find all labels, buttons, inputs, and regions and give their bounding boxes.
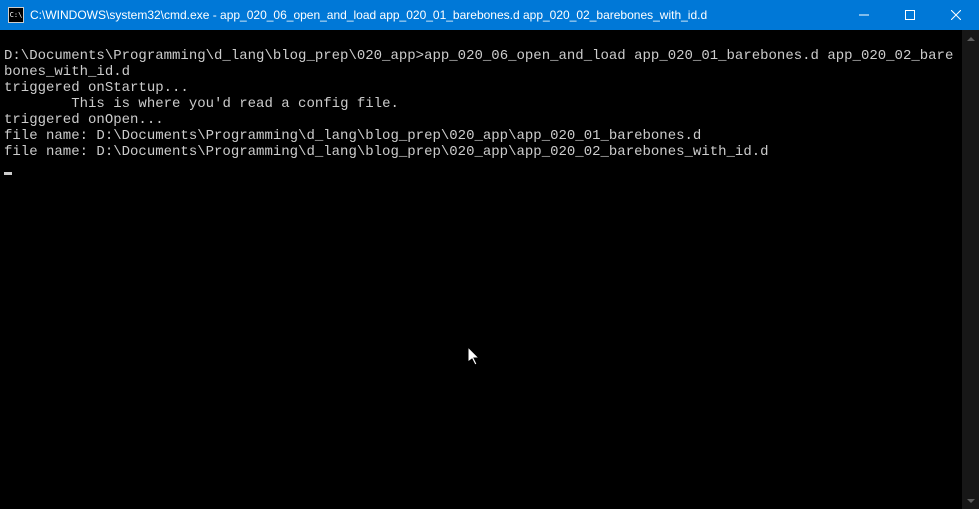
prompt: D:\Documents\Programming\d_lang\blog_pre… (4, 48, 424, 64)
minimize-button[interactable] (841, 0, 887, 30)
window-controls (841, 0, 979, 30)
maximize-button[interactable] (887, 0, 933, 30)
close-button[interactable] (933, 0, 979, 30)
text-cursor (4, 172, 12, 175)
vertical-scrollbar[interactable] (962, 30, 979, 509)
console-line: file name: D:\Documents\Programming\d_la… (4, 144, 961, 160)
chevron-down-icon (967, 499, 975, 503)
titlebar[interactable]: C:\ C:\WINDOWS\system32\cmd.exe - app_02… (0, 0, 979, 30)
cmd-icon: C:\ (8, 7, 24, 23)
minimize-icon (859, 10, 869, 20)
maximize-icon (905, 10, 915, 20)
window-title: C:\WINDOWS\system32\cmd.exe - app_020_06… (30, 8, 841, 22)
console-content: D:\Documents\Programming\d_lang\blog_pre… (4, 32, 961, 176)
console-line: triggered onOpen... (4, 112, 961, 128)
scrollbar-up-button[interactable] (962, 30, 979, 47)
chevron-up-icon (967, 37, 975, 41)
console-line: triggered onStartup... (4, 80, 961, 96)
console-line: file name: D:\Documents\Programming\d_la… (4, 128, 961, 144)
console-area[interactable]: D:\Documents\Programming\d_lang\blog_pre… (0, 30, 979, 509)
scrollbar-down-button[interactable] (962, 492, 979, 509)
close-icon (951, 10, 961, 20)
console-line (4, 32, 961, 48)
console-line: This is where you'd read a config file. (4, 96, 961, 112)
